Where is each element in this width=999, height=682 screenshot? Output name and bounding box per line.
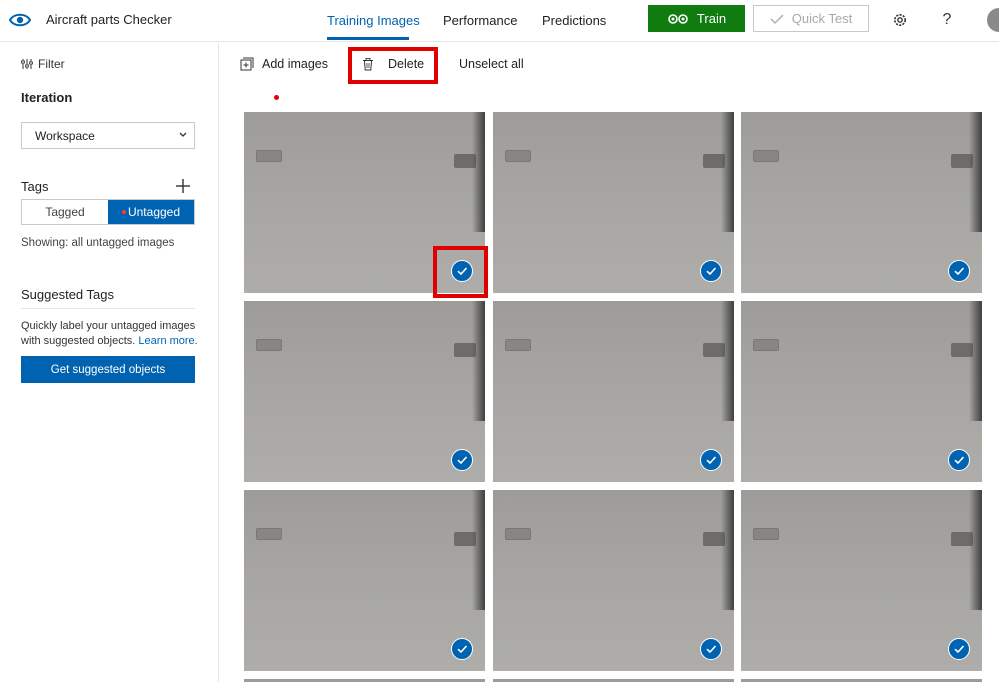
add-images-label: Add images: [262, 57, 329, 71]
add-image-icon: [240, 57, 254, 71]
quick-test-label: Quick Test: [791, 11, 853, 26]
selected-check-icon[interactable]: [451, 449, 473, 471]
help-icon[interactable]: ?: [937, 10, 957, 30]
edge-shadow: [472, 490, 485, 610]
iteration-value: Workspace: [35, 128, 95, 143]
active-tab-indicator: [327, 37, 409, 40]
image-tile[interactable]: [493, 301, 734, 482]
plug-object: [256, 339, 282, 351]
filter-label: Filter: [38, 57, 65, 71]
image-tile[interactable]: [741, 490, 982, 671]
edge-shadow: [969, 490, 982, 610]
selected-check-icon[interactable]: [948, 449, 970, 471]
tags-title: Tags: [21, 179, 49, 194]
plug-object: [505, 528, 531, 540]
learn-more-link[interactable]: Learn more.: [138, 335, 197, 347]
image-tile[interactable]: [741, 112, 982, 293]
train-label: Train: [696, 11, 727, 26]
selected-check-icon[interactable]: [700, 260, 722, 282]
quick-test-button[interactable]: Quick Test: [753, 5, 869, 32]
image-tile[interactable]: [493, 112, 734, 293]
add-tag-icon[interactable]: [176, 179, 190, 193]
eye-logo-icon: [8, 13, 32, 27]
avatar[interactable]: [987, 8, 999, 32]
suggested-tags-title: Suggested Tags: [21, 287, 114, 302]
image-tile[interactable]: [244, 301, 485, 482]
tab-training-images[interactable]: Training Images: [327, 13, 420, 28]
annotation-dot: [274, 95, 279, 100]
plug-object: [256, 150, 282, 162]
gear-icon[interactable]: [890, 10, 910, 30]
tab-tagged[interactable]: Tagged: [22, 200, 108, 224]
unselect-all-button[interactable]: Unselect all: [459, 57, 524, 71]
image-tile[interactable]: [493, 490, 734, 671]
get-suggested-objects-button[interactable]: Get suggested objects: [21, 356, 195, 383]
selected-check-icon[interactable]: [451, 638, 473, 660]
tag-filter-toggle: Tagged Untagged: [21, 199, 195, 225]
iteration-select[interactable]: Workspace: [21, 122, 195, 149]
selected-check-icon[interactable]: [948, 638, 970, 660]
edge-shadow: [721, 490, 734, 610]
plug-object: [256, 528, 282, 540]
sidebar: Filter Iteration Workspace Tags Tagged U…: [0, 43, 219, 682]
add-images-button[interactable]: Add images: [240, 57, 328, 71]
suggested-description: Quickly label your untagged images with …: [21, 320, 198, 347]
tab-predictions[interactable]: Predictions: [542, 13, 606, 28]
top-bar: Aircraft parts Checker Training Images P…: [0, 0, 999, 42]
edge-shadow: [721, 301, 734, 421]
filter-toggle[interactable]: Filter: [21, 57, 65, 71]
edge-shadow: [969, 112, 982, 232]
selected-check-icon[interactable]: [700, 638, 722, 660]
image-tile[interactable]: [741, 301, 982, 482]
delete-highlight-box: [348, 47, 438, 84]
plug-object: [753, 528, 779, 540]
unselect-all-label: Unselect all: [459, 57, 524, 71]
image-tile[interactable]: [244, 490, 485, 671]
showing-text: Showing: all untagged images: [21, 237, 175, 249]
checkbox-highlight-box: [433, 246, 488, 298]
gears-icon: [668, 13, 688, 24]
indicator-dot: [121, 210, 126, 214]
chevron-down-icon: [179, 132, 187, 137]
tab-untagged[interactable]: Untagged: [108, 200, 194, 224]
selected-check-icon[interactable]: [948, 260, 970, 282]
tab-performance[interactable]: Performance: [443, 13, 517, 28]
plug-object: [753, 150, 779, 162]
edge-shadow: [472, 112, 485, 232]
app-title: Aircraft parts Checker: [46, 12, 172, 27]
edge-shadow: [969, 301, 982, 421]
checkmark-icon: [770, 13, 784, 24]
edge-shadow: [472, 301, 485, 421]
train-button[interactable]: Train: [648, 5, 745, 32]
plug-object: [505, 150, 531, 162]
iteration-title: Iteration: [21, 90, 73, 105]
edge-shadow: [721, 112, 734, 232]
plug-object: [753, 339, 779, 351]
selected-check-icon[interactable]: [700, 449, 722, 471]
section-divider: [21, 308, 195, 309]
filter-sliders-icon: [21, 59, 33, 69]
plug-object: [505, 339, 531, 351]
